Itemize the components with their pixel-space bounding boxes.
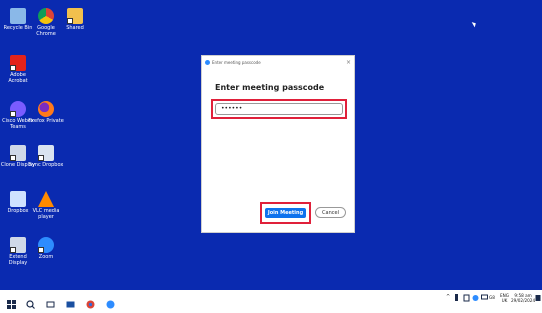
desktop-icon-label: Firefox Private [28,118,64,124]
clock-date: 29/02/2024 [511,298,536,303]
desktop-icon-sync-dropbox[interactable]: Sync Dropbox [28,145,64,168]
mouse-cursor-icon [471,20,478,28]
desktop-icon-label: Shared [66,25,84,31]
desktop-icon-firefox-private[interactable]: Firefox Private [28,101,64,124]
chrome-icon [38,8,54,24]
recycle-bin-icon [10,8,26,24]
desktop-icon-label: Zoom [38,254,54,260]
shortcut-arrow-icon [67,18,73,24]
firefox-icon [38,101,54,117]
clone-display-icon [10,145,26,161]
desktop-icon-label: VLC media player [32,208,60,220]
task-view-icon[interactable] [46,294,55,308]
dialog-heading: Enter meeting passcode [215,83,325,92]
tray-overflow-icon[interactable]: ^ [446,295,450,300]
clock[interactable]: 9:58 am 29/02/2024 [511,293,535,303]
cancel-button[interactable]: Cancel [315,207,346,218]
tray-extra[interactable]: G8 [489,295,495,300]
desktop-icon-label: Adobe Acrobat [8,72,28,84]
teams-icon [10,101,26,117]
desktop-icon-vlc[interactable]: VLC media player [28,191,64,220]
join-meeting-button[interactable]: Join Meeting [265,208,306,218]
shortcut-arrow-icon [38,155,44,161]
acrobat-icon [10,55,26,71]
zoom-icon [38,237,54,253]
desktop-icon-zoom[interactable]: Zoom [28,237,64,260]
extend-display-icon [10,237,26,253]
usb-icon[interactable] [454,294,459,303]
language-sub: UK [501,298,508,303]
vlc-icon [38,191,54,207]
shortcut-arrow-icon [38,247,44,253]
chrome-taskbar-icon[interactable] [86,294,95,309]
dialog-titlebar: Enter meeting passcode × [202,56,354,68]
sync-icon[interactable] [463,294,470,303]
passcode-input[interactable]: •••••• [215,103,343,115]
sync-dropbox-icon [38,145,54,161]
shortcut-arrow-icon [10,111,16,117]
desktop-icon-shared[interactable]: Shared [57,8,93,31]
close-icon[interactable]: × [346,59,351,66]
file-explorer-icon[interactable] [66,294,75,308]
desktop-icon-acrobat[interactable]: Adobe Acrobat [0,55,36,84]
windows-start-icon[interactable] [7,294,16,309]
network-icon[interactable] [472,294,479,303]
desktop: Recycle Bin Google Chrome Shared Adobe A… [0,0,542,290]
search-icon[interactable] [26,294,35,309]
dropbox-icon [10,191,26,207]
zoom-logo-icon [205,59,210,65]
shortcut-arrow-icon [10,65,16,71]
zoom-taskbar-icon[interactable] [106,294,115,309]
display-icon[interactable] [481,294,488,303]
taskbar: ^ G8 ENG UK 9:58 am 29/02/2024 [0,290,542,309]
desktop-icon-label: Sync Dropbox [28,162,64,168]
shortcut-arrow-icon [10,155,16,161]
language-indicator[interactable]: ENG UK [500,293,509,303]
dialog-title: Enter meeting passcode [212,59,261,65]
shortcut-arrow-icon [10,247,16,253]
notification-icon[interactable] [535,294,541,303]
passcode-dialog: Enter meeting passcode × Enter meeting p… [201,55,355,233]
folder-icon [67,8,83,24]
